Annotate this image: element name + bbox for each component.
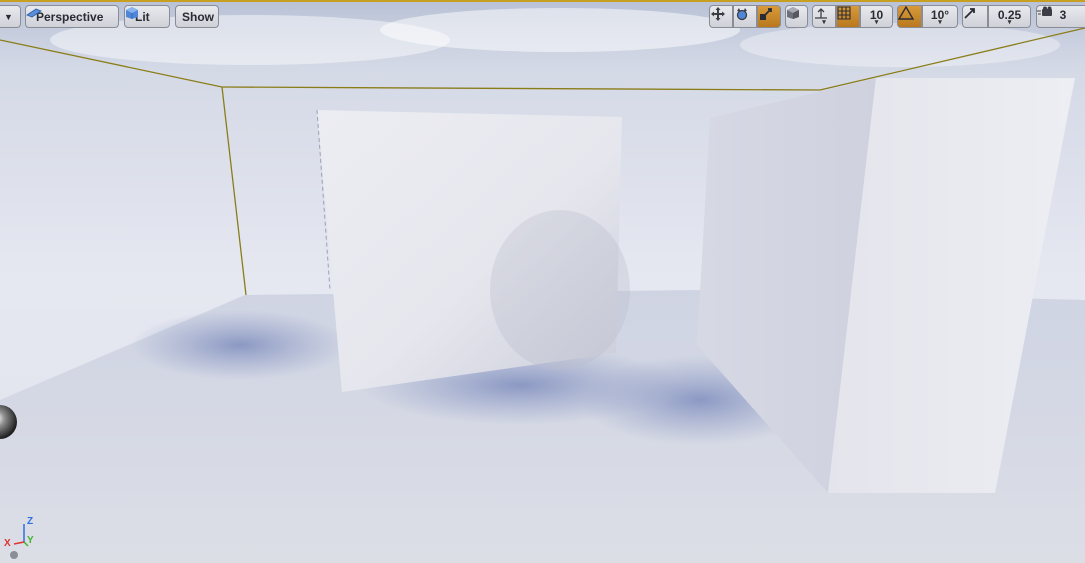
chevron-down-icon: ▾ [874, 19, 879, 26]
chevron-down-icon: ▼ [4, 11, 13, 22]
grid-snap-toggle[interactable] [836, 5, 860, 28]
rotate-tool-button[interactable] [733, 5, 757, 28]
rotation-snap-toggle[interactable] [897, 5, 922, 28]
scale-tool-button[interactable] [757, 5, 781, 28]
grid-snap-value-dropdown[interactable]: 10 ▾ [860, 5, 893, 28]
lighting-mode-button[interactable]: Lit [124, 5, 170, 28]
surface-snap-button[interactable]: ▾ [812, 5, 836, 28]
chevron-down-icon: ▾ [1007, 19, 1012, 26]
translate-tool-button[interactable] [709, 5, 733, 28]
view-mode-label: Perspective [36, 9, 104, 24]
chevron-down-icon: ▾ [938, 19, 942, 26]
camera-speed-value: 3 [1059, 8, 1067, 22]
viewport-top-border [0, 0, 1085, 2]
camera-speed-dropdown[interactable]: 3 [1036, 5, 1085, 28]
view-mode-button[interactable]: Perspective [25, 5, 119, 28]
rotation-snap-value-dropdown[interactable]: 10° ▾ [922, 5, 958, 28]
chevron-down-icon: ▾ [822, 19, 826, 26]
scene-render [0, 0, 1085, 563]
axis-y-label: Y [27, 535, 34, 546]
scale-snap-toggle[interactable] [962, 5, 988, 28]
axis-z-label: Z [27, 516, 34, 527]
axis-x-label: X [4, 538, 11, 549]
axis-gizmo: Z Y X [4, 514, 44, 560]
scale-snap-value-dropdown[interactable]: 0.25 ▾ [988, 5, 1031, 28]
world-local-toggle[interactable] [785, 5, 808, 28]
viewport-options-dropdown[interactable]: ▼ [0, 5, 21, 28]
show-flags-button[interactable]: Show [175, 5, 219, 28]
level-viewport[interactable]: ▼ Perspective Lit Show ▾ 10 ▾ 10° ▾ 0.25… [0, 0, 1085, 563]
show-label: Show [182, 9, 214, 24]
